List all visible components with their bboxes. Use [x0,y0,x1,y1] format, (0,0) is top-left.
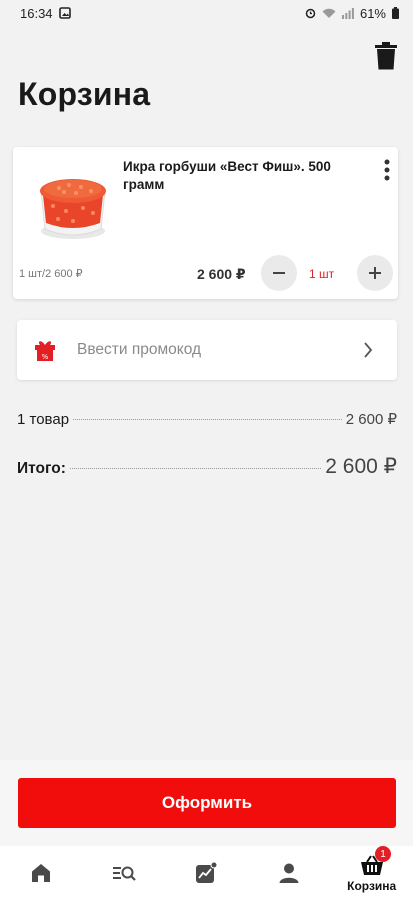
checkout-button[interactable]: Оформить [18,778,396,828]
nav-promotions[interactable] [165,846,248,900]
delete-cart-icon[interactable] [375,42,397,70]
plus-icon [369,267,381,279]
profile-icon [279,863,299,883]
unit-price: 1 шт/2 600 ₽ [19,268,83,280]
battery-percent: 61% [359,5,386,21]
nav-cart[interactable]: Корзина 1 [330,846,413,900]
signal-icon [341,7,354,19]
status-time: 16:34 [20,5,53,21]
cart-item-card[interactable]: Икра горбуши «Вест Фиш». 500 грамм 1 шт/… [13,147,398,299]
nav-profile[interactable] [248,846,331,900]
total-label: Итого: [17,460,66,477]
page-title: Корзина [18,76,151,112]
promo-code-button[interactable]: % Ввести промокод [17,320,397,380]
promo-chart-icon [196,861,218,883]
promo-label: Ввести промокод [77,341,202,358]
wifi-icon [322,8,336,18]
line-price: 2 600 ₽ [197,266,246,282]
status-bar: 16:34 61% [0,0,413,26]
dotted-leader [73,419,342,420]
items-summary-row: 1 товар 2 600 ₽ [17,410,397,428]
battery-icon [392,7,399,19]
bottom-navigation: Корзина 1 [0,846,413,900]
more-options-icon[interactable] [384,159,390,181]
chevron-right-icon [364,342,373,358]
increase-quantity-button[interactable] [357,255,393,291]
items-subtotal: 2 600 ₽ [345,411,397,428]
total-value: 2 600 ₽ [325,455,397,478]
product-image [40,179,106,239]
product-name[interactable]: Икра горбуши «Вест Фиш». 500 грамм [123,158,371,194]
decrease-quantity-button[interactable] [261,255,297,291]
items-count-label: 1 товар [17,411,70,428]
quantity-value: 1 шт [309,267,335,281]
nav-home[interactable] [0,846,83,900]
minus-icon [273,272,285,274]
search-catalog-icon [112,866,136,881]
nav-catalog[interactable] [83,846,166,900]
cart-count-badge: 1 [374,846,391,862]
dotted-leader [69,468,322,469]
total-summary-row: Итого: 2 600 ₽ [17,454,397,479]
svg-text:%: % [42,353,49,361]
gift-discount-icon: % [35,341,55,361]
gallery-notification-icon [58,7,71,19]
home-icon [32,864,51,882]
nav-cart-label: Корзина [347,879,397,893]
alarm-icon [305,8,316,19]
